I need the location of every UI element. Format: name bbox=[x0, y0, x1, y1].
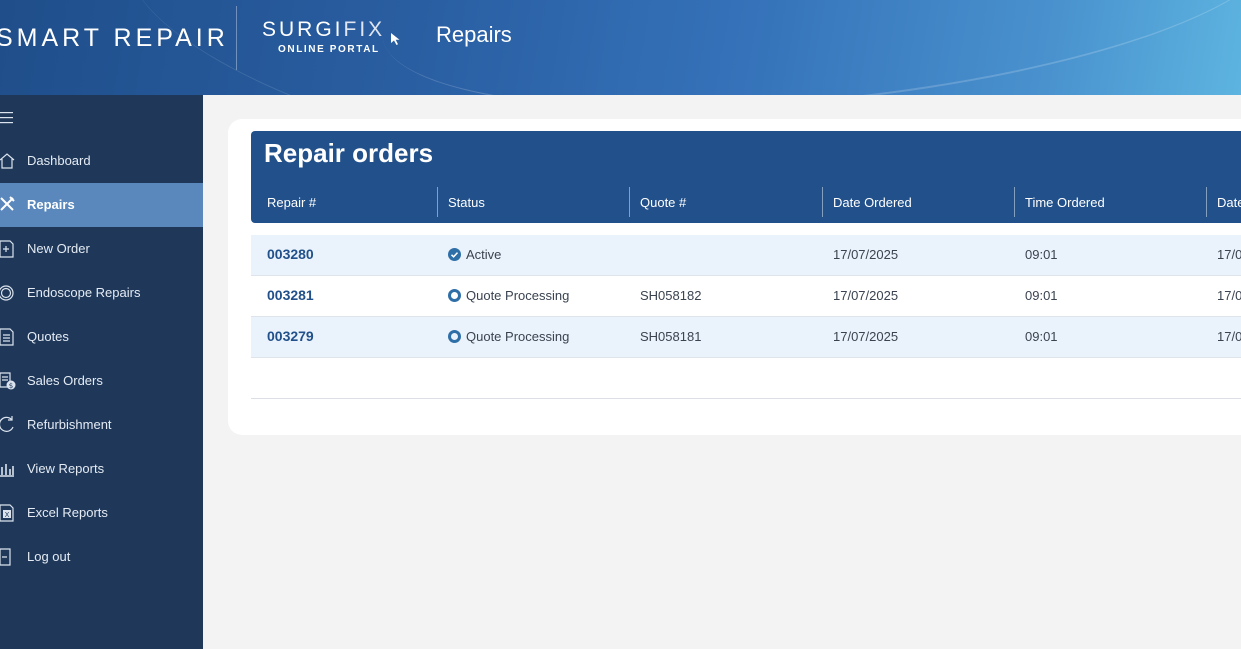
date-ordered: 17/07/2025 bbox=[833, 329, 899, 344]
sidebar-item-label: Excel Reports bbox=[27, 505, 108, 520]
sidebar-item-label: Sales Orders bbox=[27, 373, 103, 388]
date-cell: 17/0 bbox=[1217, 247, 1241, 262]
column-separator[interactable] bbox=[822, 187, 823, 217]
column-separator[interactable] bbox=[629, 187, 630, 217]
quote-number: SH058181 bbox=[640, 329, 702, 344]
column-header-time-ordered[interactable]: Time Ordered bbox=[1025, 195, 1105, 210]
sidebar: Dashboard Repairs New Order Endoscope Re… bbox=[0, 95, 203, 649]
repair-number-link[interactable]: 003279 bbox=[267, 328, 314, 344]
table-row[interactable]: 003281 Quote Processing SH058182 17/07/2… bbox=[251, 276, 1241, 317]
column-separator[interactable] bbox=[1206, 187, 1207, 217]
sidebar-item-label: Log out bbox=[27, 549, 71, 564]
column-header-repair[interactable]: Repair # bbox=[267, 195, 316, 210]
quote-icon bbox=[0, 328, 14, 346]
repair-number-link[interactable]: 003281 bbox=[267, 287, 314, 303]
sidebar-item-endoscope-repairs[interactable]: Endoscope Repairs bbox=[0, 271, 203, 315]
sidebar-item-refurbishment[interactable]: Refurbishment bbox=[0, 403, 203, 447]
time-ordered: 09:01 bbox=[1025, 288, 1058, 303]
table-footer-divider bbox=[251, 398, 1241, 399]
endoscope-icon bbox=[0, 285, 14, 301]
table-header: Repair orders Repair # Status Quote # Da… bbox=[251, 131, 1241, 223]
tools-icon bbox=[0, 196, 15, 211]
home-icon bbox=[0, 153, 15, 169]
sidebar-item-sales-orders[interactable]: $ Sales Orders bbox=[0, 359, 203, 403]
page-title: Repairs bbox=[436, 22, 512, 47]
status-text: Active bbox=[466, 247, 502, 262]
table-row[interactable]: 003280 Active 17/07/2025 09:01 17/0 bbox=[251, 235, 1241, 276]
column-header-date-ordered[interactable]: Date Ordered bbox=[833, 195, 912, 210]
sidebar-item-label: Endoscope Repairs bbox=[27, 285, 141, 300]
column-header-date[interactable]: Date bbox=[1217, 195, 1241, 210]
menu-icon[interactable] bbox=[0, 111, 16, 125]
app-header: SMART REPAIR SURGIFIX ONLINE PORTAL Repa… bbox=[0, 0, 1241, 95]
sidebar-item-view-reports[interactable]: View Reports bbox=[0, 447, 203, 491]
surgifix-logo-part-b: FIX bbox=[343, 18, 386, 41]
quote-number: SH058182 bbox=[640, 288, 702, 303]
time-ordered: 09:01 bbox=[1025, 329, 1058, 344]
sidebar-item-dashboard[interactable]: Dashboard bbox=[0, 139, 203, 183]
table-row[interactable]: 003279 Quote Processing SH058181 17/07/2… bbox=[251, 317, 1241, 358]
status-text: Quote Processing bbox=[466, 288, 570, 303]
excel-icon: X bbox=[0, 504, 14, 522]
check-circle-icon bbox=[448, 248, 461, 261]
surgifix-logo[interactable]: SURGIFIX ONLINE PORTAL bbox=[262, 18, 385, 55]
svg-text:$: $ bbox=[9, 382, 13, 390]
processing-circle-icon bbox=[448, 330, 461, 343]
sidebar-item-label: Repairs bbox=[27, 197, 75, 212]
logout-icon bbox=[0, 548, 11, 566]
surgifix-logo-part-a: SURGI bbox=[262, 18, 344, 41]
processing-circle-icon bbox=[448, 289, 461, 302]
status-cell: Active bbox=[448, 247, 501, 262]
column-separator[interactable] bbox=[437, 187, 438, 217]
bar-chart-icon bbox=[0, 464, 14, 477]
date-cell: 17/0 bbox=[1217, 288, 1241, 303]
date-ordered: 17/07/2025 bbox=[833, 288, 899, 303]
table-title: Repair orders bbox=[264, 138, 434, 168]
sidebar-item-label: Dashboard bbox=[27, 153, 91, 168]
cursor-icon bbox=[391, 33, 400, 45]
date-cell: 17/0 bbox=[1217, 329, 1241, 344]
column-header-status[interactable]: Status bbox=[448, 195, 485, 210]
logo-divider bbox=[236, 6, 237, 70]
column-header-quote[interactable]: Quote # bbox=[640, 195, 686, 210]
column-separator[interactable] bbox=[1014, 187, 1015, 217]
sidebar-item-new-order[interactable]: New Order bbox=[0, 227, 203, 271]
sidebar-item-label: New Order bbox=[27, 241, 90, 256]
sales-order-icon: $ bbox=[0, 372, 16, 390]
sidebar-item-label: View Reports bbox=[27, 461, 105, 476]
sidebar-item-label: Quotes bbox=[27, 329, 69, 344]
refresh-icon bbox=[0, 416, 14, 432]
date-ordered: 17/07/2025 bbox=[833, 247, 899, 262]
sidebar-item-repairs[interactable]: Repairs bbox=[0, 183, 203, 227]
new-order-icon bbox=[0, 240, 14, 258]
status-text: Quote Processing bbox=[466, 329, 570, 344]
status-cell: Quote Processing bbox=[448, 288, 569, 303]
time-ordered: 09:01 bbox=[1025, 247, 1058, 262]
status-cell: Quote Processing bbox=[448, 329, 569, 344]
sidebar-item-excel-reports[interactable]: X Excel Reports bbox=[0, 491, 203, 535]
sidebar-item-quotes[interactable]: Quotes bbox=[0, 315, 203, 359]
surgifix-logo-sub: ONLINE PORTAL bbox=[278, 44, 380, 55]
repair-number-link[interactable]: 003280 bbox=[267, 246, 314, 262]
svg-text:X: X bbox=[5, 511, 10, 519]
sidebar-item-label: Refurbishment bbox=[27, 417, 112, 432]
sidebar-item-log-out[interactable]: Log out bbox=[0, 535, 203, 579]
smart-repair-logo[interactable]: SMART REPAIR bbox=[0, 24, 229, 53]
